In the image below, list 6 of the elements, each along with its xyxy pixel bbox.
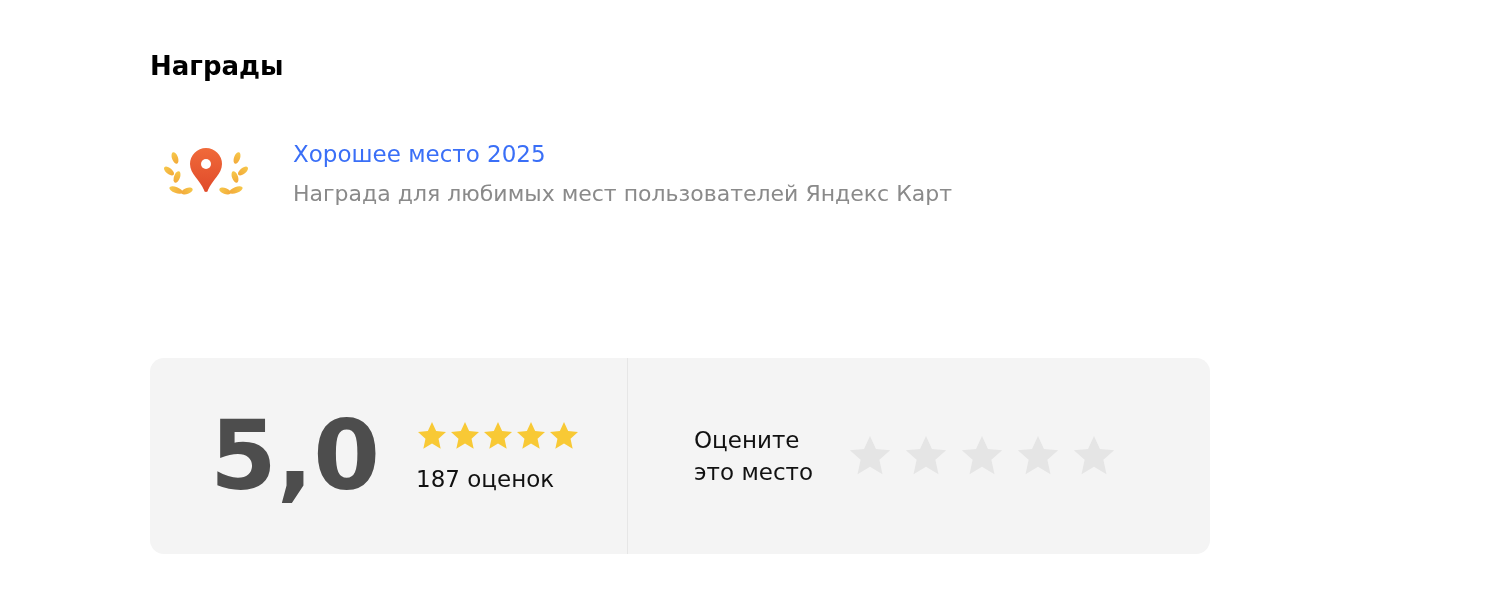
- ratings-count: 187 оценок: [416, 466, 556, 492]
- rate-prompt: Оцените это место: [694, 426, 814, 487]
- section-title: Награды: [150, 50, 285, 83]
- rating-score: 5,0: [210, 408, 381, 504]
- award-description: Награда для любимых мест пользователей Яндекс Карт: [293, 180, 953, 208]
- award-link[interactable]: Хорошее место 2025: [293, 138, 953, 170]
